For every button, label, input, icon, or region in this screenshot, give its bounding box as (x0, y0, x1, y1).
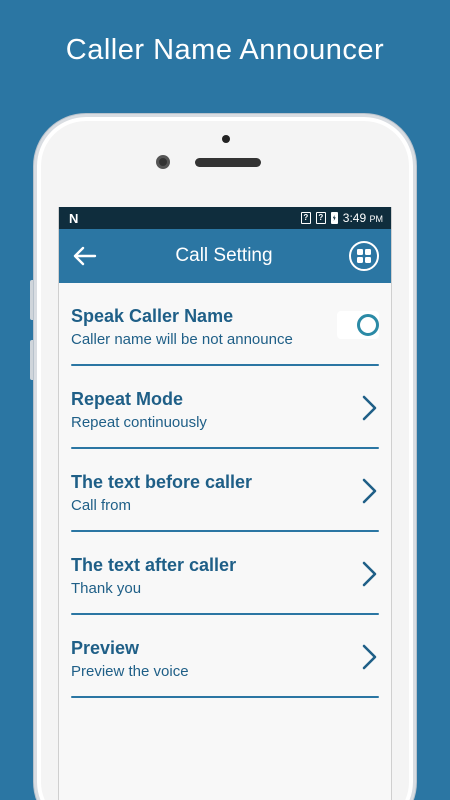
toggle-off-icon (357, 313, 379, 336)
chevron-right-icon (362, 644, 377, 669)
setting-subtitle: Call from (71, 496, 132, 514)
chevron-right-icon (362, 395, 377, 420)
front-camera (156, 155, 170, 169)
setting-text-after-caller[interactable]: The text after caller Thank you (71, 532, 379, 615)
status-bar: N ? ? 3:49 PM (59, 207, 391, 229)
setting-title: Preview (71, 637, 140, 658)
notification-icon: N (69, 210, 79, 226)
promo-title: Caller Name Announcer (65, 34, 385, 66)
sim2-icon: ? (315, 212, 326, 224)
setting-subtitle: Caller name will be not announce (71, 330, 293, 348)
apps-menu-button[interactable] (348, 241, 379, 271)
grid-apps-icon (356, 249, 371, 263)
speak-caller-name-toggle[interactable] (337, 310, 379, 339)
chevron-right-icon (362, 561, 377, 586)
setting-text-before-caller[interactable]: The text before caller Call from (71, 449, 379, 532)
status-indicators: ? ? 3:49 PM (300, 211, 383, 225)
back-button[interactable] (71, 242, 99, 270)
app-toolbar: Call Setting (59, 229, 391, 283)
setting-subtitle: Preview the voice (71, 662, 189, 680)
arrow-left-icon (73, 246, 97, 266)
setting-subtitle: Thank you (71, 579, 142, 597)
setting-preview[interactable]: Preview Preview the voice (71, 615, 379, 698)
setting-title: Repeat Mode (71, 388, 184, 409)
status-time: 3:49 PM (342, 211, 383, 225)
setting-title: Speak Caller Name (71, 305, 234, 326)
setting-subtitle: Repeat continuously (71, 413, 207, 431)
page-title: Call Setting (175, 245, 273, 266)
setting-title: The text after caller (71, 554, 237, 575)
setting-title: The text before caller (71, 471, 253, 492)
phone-earpiece (195, 158, 261, 167)
setting-speak-caller-name[interactable]: Speak Caller Name Caller name will be no… (71, 283, 379, 366)
settings-list: Speak Caller Name Caller name will be no… (59, 283, 391, 698)
chevron-right-icon (362, 478, 377, 503)
battery-charging-icon (330, 212, 338, 224)
sim1-icon: ? (300, 212, 311, 224)
setting-repeat-mode[interactable]: Repeat Mode Repeat continuously (71, 366, 379, 449)
phone-screen: N ? ? 3:49 PM Call Setting Speak Caller … (58, 207, 392, 800)
phone-sensor (222, 135, 230, 143)
